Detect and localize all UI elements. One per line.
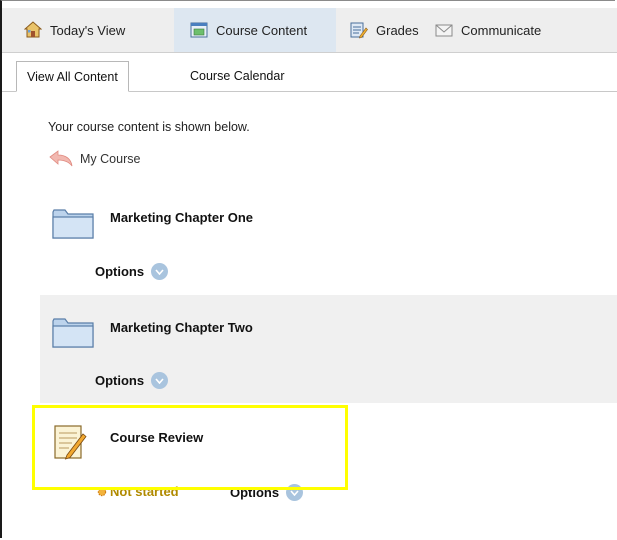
chevron-down-icon [151,372,169,389]
content-item-folder: Marketing Chapter One Options [40,190,617,293]
tab-label: View All Content [27,69,118,84]
content-item-folder: Marketing Chapter Two Options [40,295,617,403]
content-icon [190,21,208,39]
highlight-box [32,405,348,490]
options-menu[interactable]: Options [95,372,169,389]
nav-communicate[interactable]: Communicate [435,8,541,52]
nav-todays-view[interactable]: Today's View [23,8,126,52]
tab-course-calendar[interactable]: Course Calendar [180,61,295,91]
options-label: Options [95,264,145,279]
envelope-icon [435,21,453,39]
nav-grades[interactable]: Grades [350,8,419,52]
folder-icon [52,315,94,354]
tab-label: Course Calendar [190,69,285,83]
item-title[interactable]: Marketing Chapter Two [110,320,253,335]
back-arrow-icon [49,150,73,167]
nav-label: Course Content [216,22,308,38]
top-nav: Today's View Course Content Grades Commu… [2,8,617,53]
content-tabs: View All Content Course Calendar [2,61,617,92]
intro-text: Your course content is shown below. [48,120,250,134]
item-title[interactable]: Marketing Chapter One [110,210,253,225]
options-label: Options [95,373,145,388]
tab-view-all-content[interactable]: View All Content [16,61,129,92]
home-icon [23,21,43,39]
nav-course-content[interactable]: Course Content [174,8,336,52]
nav-label: Communicate [461,22,542,38]
options-menu[interactable]: Options [95,263,169,280]
breadcrumb-label: My Course [80,152,141,166]
nav-label: Grades [376,22,419,38]
breadcrumb-my-course[interactable]: My Course [48,150,140,168]
chevron-down-icon [151,263,169,280]
folder-icon [52,206,94,245]
nav-label: Today's View [50,22,126,38]
gradebook-icon [350,21,368,39]
